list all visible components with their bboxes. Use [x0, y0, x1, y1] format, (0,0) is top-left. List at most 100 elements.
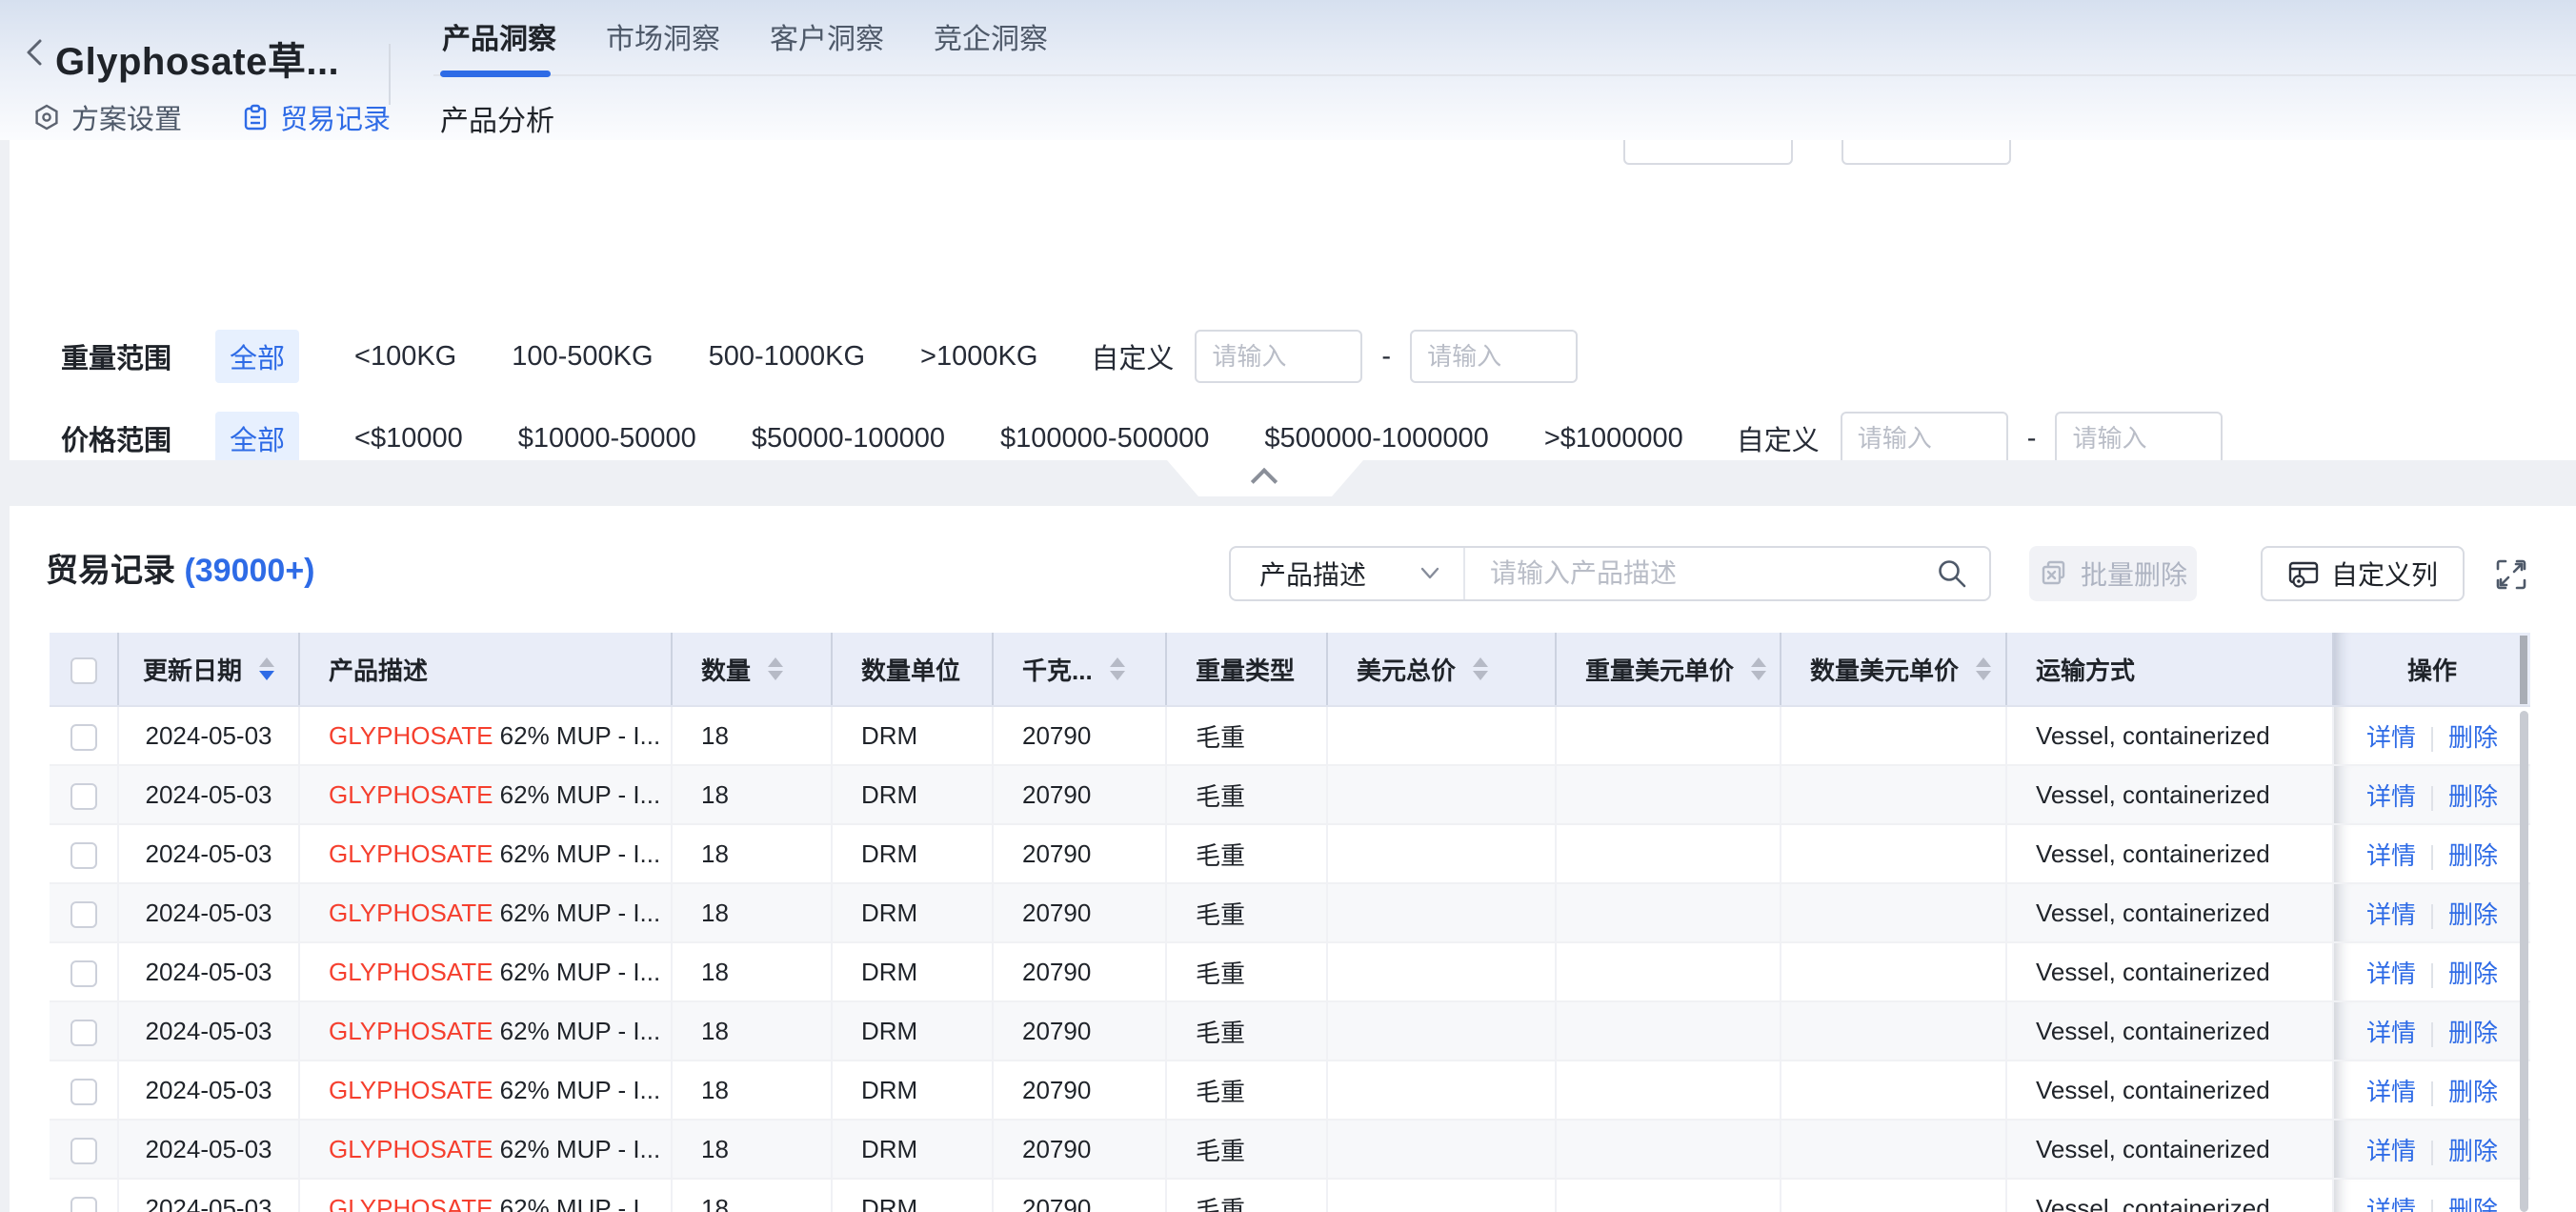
detail-link[interactable]: 详情: [2366, 1019, 2416, 1047]
filter-option[interactable]: <$10000: [354, 423, 463, 454]
delete-link[interactable]: 删除: [2448, 1137, 2498, 1165]
delete-link[interactable]: 删除: [2448, 900, 2498, 929]
fullscreen-icon[interactable]: [2494, 557, 2528, 592]
delete-link[interactable]: 删除: [2448, 1019, 2498, 1047]
product-description-rest: 62% MUP - I...: [493, 1135, 660, 1163]
cell-quantity-unit: DRM: [832, 942, 993, 1001]
app-window: Glyphosate草... 方案设置 贸易记录 产品洞察市场洞察客户洞察竞企洞…: [0, 0, 2576, 1212]
tab-scheme-settings[interactable]: 方案设置: [32, 97, 182, 137]
search-field-value: 产品描述: [1259, 555, 1419, 593]
cell-quantity: 18: [672, 765, 832, 824]
filter-option[interactable]: 500-1000KG: [709, 341, 865, 373]
main-tab[interactable]: 市场洞察: [604, 15, 722, 57]
column-header[interactable]: 重量美元单价: [1556, 633, 1781, 706]
cell-quantity: 18: [672, 1001, 832, 1060]
column-header: 产品描述: [299, 633, 672, 706]
product-keyword-highlight: GLYPHOSATE: [329, 1076, 493, 1104]
filter-option[interactable]: $500000-1000000: [1264, 423, 1488, 454]
tab-trade-records[interactable]: 贸易记录: [241, 97, 391, 137]
detail-link[interactable]: 详情: [2366, 900, 2416, 929]
search-icon[interactable]: [1936, 557, 1968, 590]
delete-link[interactable]: 删除: [2448, 1196, 2498, 1212]
delete-link[interactable]: 删除: [2448, 782, 2498, 811]
detail-link[interactable]: 详情: [2366, 782, 2416, 811]
row-checkbox-cell: [50, 1060, 118, 1120]
cell-update-date: 2024-05-03: [118, 824, 299, 883]
sort-icon[interactable]: [1751, 657, 1766, 680]
table-row: 2024-05-03GLYPHOSATE 62% MUP - I...18DRM…: [50, 883, 2530, 942]
column-header[interactable]: 数量: [672, 633, 832, 706]
main-tab[interactable]: 客户洞察: [768, 15, 886, 57]
cell-quantity-unit: DRM: [832, 824, 993, 883]
row-checkbox[interactable]: [70, 960, 97, 987]
weight-max-input[interactable]: [1410, 330, 1578, 383]
detail-link[interactable]: 详情: [2366, 1078, 2416, 1106]
search-input[interactable]: [1465, 548, 1936, 599]
collapse-filters-tab[interactable]: [1167, 460, 1363, 496]
clipped-input[interactable]: [1623, 140, 1793, 165]
cell-usd-unit-qty: [1781, 706, 2006, 765]
sort-icon[interactable]: [1110, 657, 1125, 680]
filter-option[interactable]: >$1000000: [1544, 423, 1683, 454]
clipped-input[interactable]: [1841, 140, 2011, 165]
delete-link[interactable]: 删除: [2448, 960, 2498, 988]
filter-option[interactable]: >1000KG: [920, 341, 1037, 373]
cell-kilograms: 20790: [993, 765, 1166, 824]
hexagon-settings-icon: [32, 103, 61, 131]
custom-columns-button[interactable]: 自定义列: [2261, 546, 2465, 601]
price-min-input[interactable]: [1841, 412, 2008, 460]
product-keyword-highlight: GLYPHOSATE: [329, 780, 493, 809]
batch-delete-button[interactable]: 批量删除: [2029, 546, 2197, 601]
back-icon[interactable]: [25, 38, 44, 67]
scheme-tabs: 方案设置 贸易记录: [32, 97, 391, 137]
filter-option[interactable]: <100KG: [354, 341, 456, 373]
row-checkbox[interactable]: [70, 1079, 97, 1105]
search-field-select[interactable]: 产品描述: [1231, 548, 1463, 599]
sort-icon[interactable]: [1976, 657, 1991, 680]
sort-icon[interactable]: [768, 657, 783, 680]
row-checkbox[interactable]: [70, 724, 97, 751]
cell-usd-unit-qty: [1781, 942, 2006, 1001]
row-checkbox[interactable]: [70, 1138, 97, 1164]
detail-link[interactable]: 详情: [2366, 1196, 2416, 1212]
main-tab[interactable]: 竞企洞察: [932, 15, 1050, 57]
cell-weight-type: 毛重: [1166, 1120, 1327, 1179]
row-checkbox[interactable]: [70, 901, 97, 928]
detail-link[interactable]: 详情: [2366, 723, 2416, 752]
main-tab[interactable]: 产品洞察: [440, 15, 558, 57]
cell-quantity-unit: DRM: [832, 706, 993, 765]
column-header[interactable]: 更新日期: [118, 633, 299, 706]
sort-icon[interactable]: [259, 657, 274, 680]
cell-weight-type: 毛重: [1166, 1001, 1327, 1060]
scrollbar-thumb[interactable]: [2520, 711, 2528, 1212]
row-checkbox[interactable]: [70, 1020, 97, 1046]
detail-link[interactable]: 详情: [2366, 960, 2416, 988]
detail-link[interactable]: 详情: [2366, 841, 2416, 870]
filter-option[interactable]: $50000-100000: [752, 423, 945, 454]
detail-link[interactable]: 详情: [2366, 1137, 2416, 1165]
sort-icon[interactable]: [1473, 657, 1488, 680]
weight-min-input[interactable]: [1195, 330, 1362, 383]
product-description-rest: 62% MUP - I...: [493, 1194, 660, 1212]
price-max-input[interactable]: [2055, 412, 2223, 460]
filter-option[interactable]: $100000-500000: [1000, 423, 1209, 454]
delete-link[interactable]: 删除: [2448, 1078, 2498, 1106]
filter-option[interactable]: 全部: [215, 412, 299, 460]
filter-option[interactable]: $10000-50000: [518, 423, 696, 454]
filter-option[interactable]: 100-500KG: [512, 341, 653, 373]
delete-link[interactable]: 删除: [2448, 841, 2498, 870]
row-checkbox[interactable]: [70, 1197, 97, 1212]
column-header[interactable]: 千克...: [993, 633, 1166, 706]
row-checkbox[interactable]: [70, 783, 97, 810]
row-checkbox[interactable]: [70, 842, 97, 869]
tab-product-analysis[interactable]: 产品分析: [440, 97, 554, 139]
product-description-rest: 62% MUP - I...: [493, 1017, 660, 1045]
delete-link[interactable]: 删除: [2448, 723, 2498, 752]
column-header[interactable]: 数量美元单价: [1781, 633, 2006, 706]
column-header[interactable]: 美元总价: [1327, 633, 1556, 706]
chevron-down-icon: [1419, 566, 1440, 581]
filter-panel: 重量范围 全部<100KG100-500KG500-1000KG>1000KG …: [10, 140, 2576, 460]
select-all-checkbox[interactable]: [70, 657, 97, 684]
row-checkbox-cell: [50, 1179, 118, 1212]
filter-option[interactable]: 全部: [215, 330, 299, 383]
